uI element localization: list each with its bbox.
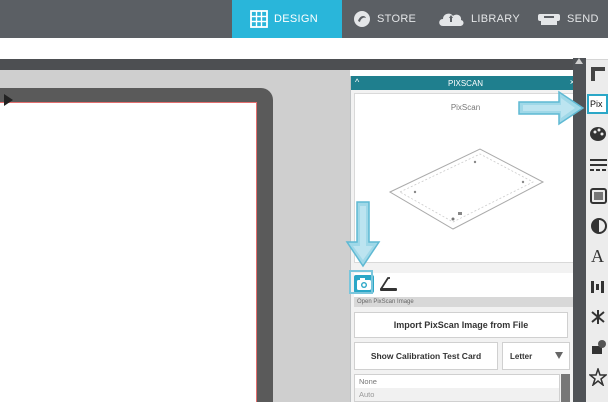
scanner-icon (380, 277, 397, 291)
tab-design[interactable]: DESIGN (232, 0, 342, 38)
silhouette-logo-icon (354, 11, 370, 27)
menu-bar (0, 38, 608, 60)
mouse-pointer-icon (4, 94, 13, 106)
tab-library-label: LIBRARY (471, 13, 520, 25)
replicate-icon[interactable] (587, 307, 608, 327)
collapse-caret-icon[interactable]: ^ (355, 77, 359, 87)
tab-store[interactable]: STORE (347, 0, 427, 38)
library-icon[interactable] (587, 367, 608, 387)
import-pixscan-button[interactable]: Import PixScan Image from File (354, 312, 568, 338)
panel-title: PIXSCAN (447, 78, 484, 88)
scan-source-row (354, 273, 577, 299)
tab-send[interactable]: SEND (533, 0, 608, 38)
top-nav: DESIGN STORE LIBRARY SEND (0, 0, 608, 38)
annotation-arrow-icon (345, 201, 381, 268)
cutter-icon (538, 14, 560, 25)
list-item[interactable]: None (355, 375, 559, 388)
list-item[interactable]: Auto (355, 388, 559, 401)
paper-size-select[interactable]: Letter (502, 342, 570, 370)
text-style-label: A (591, 246, 604, 266)
scanner-button[interactable] (378, 275, 400, 293)
calibration-card-button[interactable]: Show Calibration Test Card (354, 342, 498, 370)
calibration-list[interactable]: None Auto (354, 374, 560, 402)
annotation-arrow-icon (518, 90, 585, 126)
design-workspace[interactable] (0, 70, 350, 402)
transform-icon[interactable] (587, 337, 608, 357)
paper-size-value: Letter (510, 351, 533, 361)
camera-highlight (349, 270, 373, 294)
cutting-mat[interactable] (0, 102, 257, 402)
workspace-top-strip (0, 59, 580, 70)
offset-icon[interactable] (587, 216, 608, 236)
image-effects-icon[interactable] (587, 186, 608, 206)
pixscan-tool-button[interactable]: Pix (587, 94, 608, 114)
scroll-up-icon[interactable] (575, 58, 583, 64)
app-window: DESIGN STORE LIBRARY SEND ^ PIXSCAN PixS… (0, 0, 608, 402)
open-pixscan-label: Open PixScan Image (354, 297, 577, 307)
grid-icon (250, 10, 268, 28)
pixscan-tool-label: Pix (590, 99, 603, 109)
chevron-down-icon (555, 352, 563, 359)
text-style-icon[interactable]: A (587, 246, 608, 266)
list-scrollbar[interactable] (561, 374, 570, 402)
tab-store-label: STORE (377, 13, 417, 25)
fill-icon[interactable] (587, 124, 608, 144)
tab-library[interactable]: LIBRARY (435, 0, 530, 38)
tab-send-label: SEND (567, 13, 599, 25)
cloud-icon (439, 13, 464, 26)
align-icon[interactable] (587, 277, 608, 297)
page-setup-icon[interactable] (587, 64, 608, 84)
line-style-icon[interactable] (587, 154, 608, 174)
tab-design-label: DESIGN (274, 13, 318, 25)
